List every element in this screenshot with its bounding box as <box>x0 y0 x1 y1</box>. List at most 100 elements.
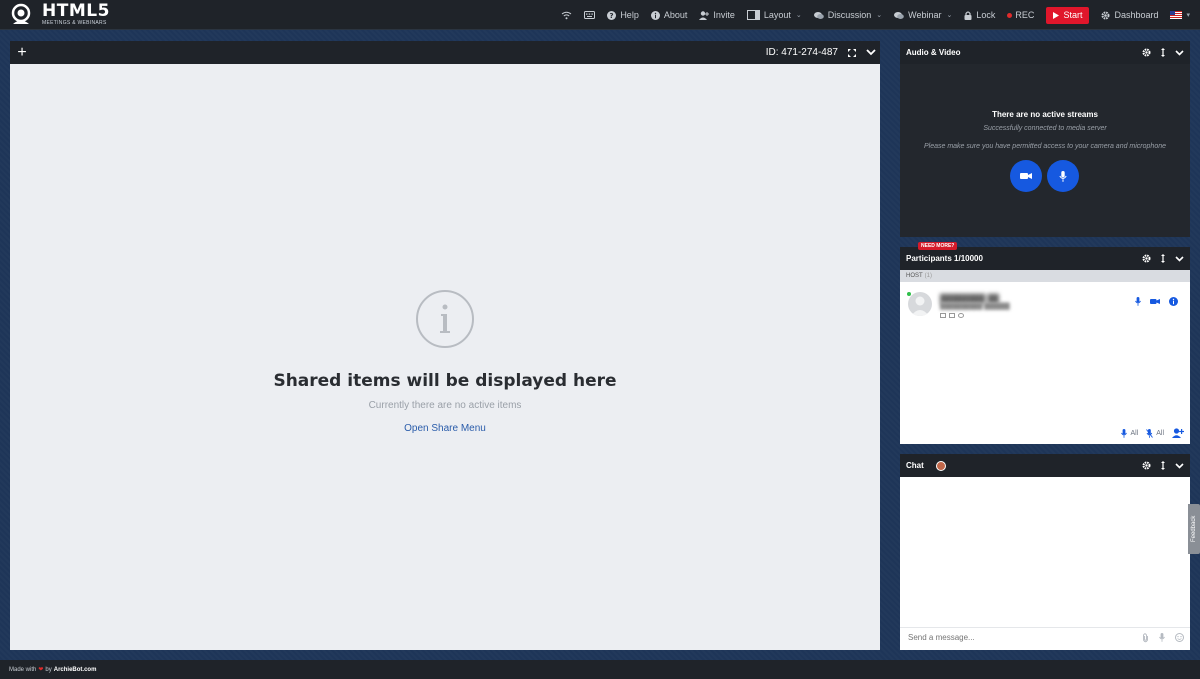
heart-icon: ❤ <box>38 667 44 673</box>
windows-icon <box>949 313 955 318</box>
room-id: ID: 471-274-487 <box>765 47 838 58</box>
play-icon <box>1053 11 1060 19</box>
logo-title: HTML5 <box>42 1 110 21</box>
participants-panel: Participants 1/10000 HOST (1) ████████ █… <box>900 247 1190 444</box>
start-button[interactable]: Start <box>1046 6 1090 24</box>
connection-status: Successfully connected to media server <box>983 125 1107 132</box>
streams-area: There are no active streams Successfully… <box>900 64 1190 237</box>
webinar-menu[interactable]: Webinar ⌄ <box>894 10 952 20</box>
chevron-down-icon[interactable] <box>1175 49 1184 56</box>
open-share-menu-link[interactable]: Open Share Menu <box>10 423 880 434</box>
panel-header: Audio & Video <box>900 41 1190 64</box>
logo-icon <box>10 3 34 27</box>
drag-handle-icon[interactable] <box>1161 48 1165 57</box>
fullscreen-icon[interactable] <box>848 48 856 57</box>
info-icon <box>416 290 474 348</box>
top-bar: HTML5 MEETINGS & WEBINARS ? Help About I… <box>0 0 1200 30</box>
dashboard-menu[interactable]: Dashboard <box>1101 10 1158 20</box>
no-streams-title: There are no active streams <box>992 110 1098 119</box>
microphone-icon <box>1121 428 1128 438</box>
participant-location: ██████████ ██████ <box>940 304 1010 310</box>
chevron-down-icon: ⌄ <box>795 12 802 19</box>
help-menu[interactable]: ? Help <box>607 10 639 20</box>
webinar-label: Webinar <box>908 10 942 20</box>
about-menu[interactable]: About <box>650 10 688 20</box>
emoji-icon[interactable] <box>1175 633 1184 643</box>
footer: Made with ❤ by ArchieBot.com <box>0 660 1200 679</box>
paperclip-icon[interactable] <box>1142 633 1149 643</box>
permission-hint: Please make sure you have permitted acce… <box>923 143 1166 150</box>
gear-icon[interactable] <box>1142 461 1151 470</box>
logo[interactable]: HTML5 MEETINGS & WEBINARS <box>10 0 110 30</box>
online-status-dot <box>907 292 911 296</box>
layout-menu[interactable]: Layout ⌄ <box>746 10 802 20</box>
host-count: (1) <box>924 273 933 279</box>
lock-icon <box>964 10 972 20</box>
shared-content-stage: Shared items will be displayed here Curr… <box>10 64 880 650</box>
host-group-header: HOST (1) <box>900 270 1190 282</box>
camera-button[interactable] <box>1010 160 1042 192</box>
invite-menu[interactable]: Invite <box>699 10 735 20</box>
top-menu: ? Help About Invite Layout ⌄ Discussion … <box>549 0 1200 30</box>
help-label: Help <box>620 10 639 20</box>
microphone-icon[interactable] <box>1135 297 1141 306</box>
audio-video-panel: Audio & Video There are no active stream… <box>900 41 1190 237</box>
microphone-button[interactable] <box>1047 160 1079 192</box>
gear-icon[interactable] <box>1142 254 1151 263</box>
list-item[interactable]: ████████ ██ ██████████ ██████ <box>906 291 1184 319</box>
chevron-down-icon[interactable] <box>1175 462 1184 469</box>
start-label: Start <box>1063 10 1083 20</box>
discussion-label: Discussion <box>827 10 872 20</box>
empty-state-subtitle: Currently there are no active items <box>368 400 522 411</box>
add-participant-button[interactable] <box>1172 428 1184 438</box>
rec-label: REC <box>1015 10 1035 20</box>
add-content-button[interactable]: + <box>15 44 29 61</box>
avatar <box>908 292 932 316</box>
unmute-all-button[interactable]: All <box>1146 428 1164 438</box>
panel-header: Participants 1/10000 <box>900 247 1190 270</box>
footer-company-link[interactable]: ArchieBot.com <box>54 667 97 673</box>
lock-menu[interactable]: Lock <box>964 10 995 20</box>
gear-icon[interactable] <box>1142 48 1151 57</box>
drag-handle-icon[interactable] <box>1161 461 1165 470</box>
keyboard-icon[interactable] <box>584 11 596 19</box>
rec-menu[interactable]: REC <box>1007 10 1034 20</box>
wifi-icon[interactable] <box>561 11 572 20</box>
discussion-menu[interactable]: Discussion ⌄ <box>813 10 882 20</box>
chevron-down-icon[interactable] <box>1175 255 1184 262</box>
lock-label: Lock <box>976 10 996 20</box>
video-camera-icon[interactable] <box>1150 298 1160 305</box>
empty-state-title: Shared items will be displayed here <box>273 371 617 391</box>
chat-input-bar <box>900 627 1190 650</box>
panel-title: Participants 1/10000 <box>906 254 983 263</box>
microphone-icon[interactable] <box>1159 633 1165 643</box>
participant-devices <box>940 313 967 318</box>
need-more-badge[interactable]: NEED MORE? <box>918 242 958 250</box>
chat-panel: Chat <box>900 454 1190 650</box>
feedback-tab[interactable]: Feedback <box>1188 504 1200 554</box>
dashboard-label: Dashboard <box>1114 10 1159 20</box>
avatar[interactable] <box>935 460 946 471</box>
mute-all-button[interactable]: All <box>1121 428 1139 438</box>
host-label: HOST <box>906 273 923 279</box>
chevron-down-icon: ▾ <box>1186 12 1190 19</box>
microphone-slash-icon <box>1146 428 1154 438</box>
about-label: About <box>663 10 688 20</box>
mute-all-label: All <box>1130 429 1139 437</box>
panel-header: Chat <box>900 454 1190 477</box>
chevron-down-icon[interactable] <box>866 49 876 56</box>
participant-name: ████████ ██ <box>940 294 999 303</box>
video-camera-icon <box>1020 172 1032 180</box>
language-selector[interactable]: ▾ <box>1158 11 1190 19</box>
add-user-icon <box>699 10 710 20</box>
webinar-icon <box>894 11 904 20</box>
panel-title: Audio & Video <box>906 48 961 57</box>
panel-title: Chat <box>906 461 924 470</box>
laptop-icon <box>940 313 946 318</box>
chat-message-input[interactable] <box>908 633 1108 642</box>
drag-handle-icon[interactable] <box>1161 254 1165 263</box>
invite-label: Invite <box>713 10 735 20</box>
layout-label: Layout <box>763 10 791 20</box>
record-dot-icon <box>1007 12 1013 18</box>
info-icon[interactable] <box>1169 297 1178 306</box>
